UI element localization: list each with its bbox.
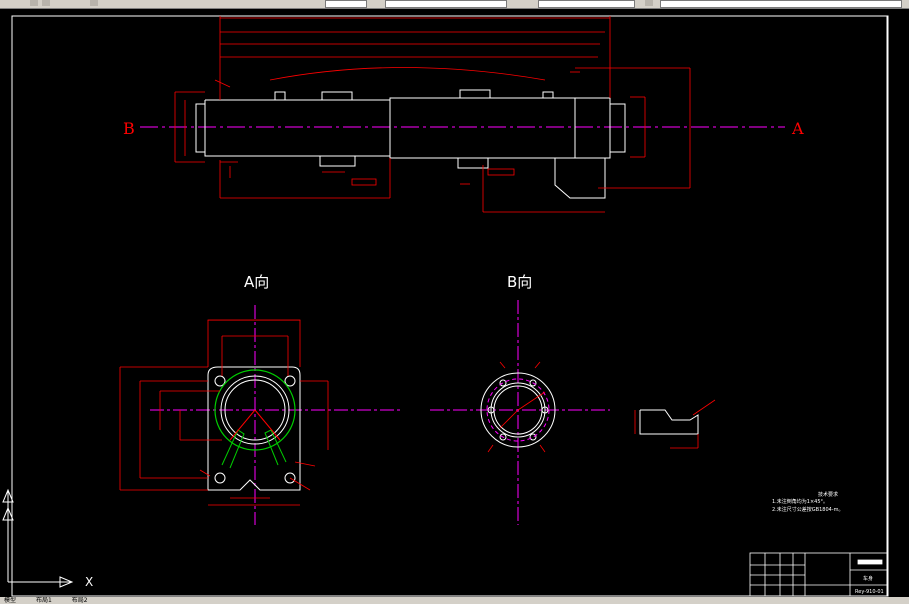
redo-icon[interactable] [42, 0, 50, 6]
main-view: B A [123, 16, 804, 213]
label-a: A [791, 119, 804, 138]
tab-layout1[interactable]: 布局1 [32, 597, 52, 604]
toolbar [0, 0, 909, 9]
color-dropdown[interactable] [385, 0, 507, 8]
technical-notes: 技术要求 1.未注倒角均为1×45°。 2.未注尺寸公差按GB1804-m。 [772, 491, 843, 513]
axis-x-label: X [85, 575, 93, 589]
status-bar: 模型 布局1 布局2 [0, 597, 909, 604]
detail-view [634, 399, 716, 449]
title-part-name: 车身 [863, 575, 873, 582]
lineweight-icon[interactable] [645, 0, 653, 6]
label-b: B [123, 119, 135, 138]
drawing-canvas[interactable]: B A A向 B向 技术要求 1.未注倒角均为1×45°。 2.未注尺寸公差按G… [0, 9, 909, 597]
note-1: 1.未注倒角均为1×45°。 [772, 498, 828, 505]
tab-layout2[interactable]: 布局2 [68, 597, 88, 604]
lineweight-dropdown[interactable] [660, 0, 902, 8]
view-a-title: A向 [244, 273, 269, 291]
undo-icon[interactable] [30, 0, 38, 6]
view-b: B向 [430, 273, 610, 525]
view-a: A向 [119, 273, 400, 525]
notes-title: 技术要求 [818, 491, 838, 498]
title-drawing-no: Rey-910-01 [855, 589, 884, 595]
layer-icon[interactable] [90, 0, 98, 6]
drawing-frame [11, 15, 889, 597]
linetype-dropdown[interactable] [538, 0, 635, 8]
layer-dropdown[interactable] [325, 0, 367, 8]
note-2: 2.未注尺寸公差按GB1804-m。 [772, 506, 843, 513]
ucs-icon [2, 488, 74, 588]
tab-model[interactable]: 模型 [0, 597, 16, 604]
view-b-title: B向 [507, 273, 532, 291]
